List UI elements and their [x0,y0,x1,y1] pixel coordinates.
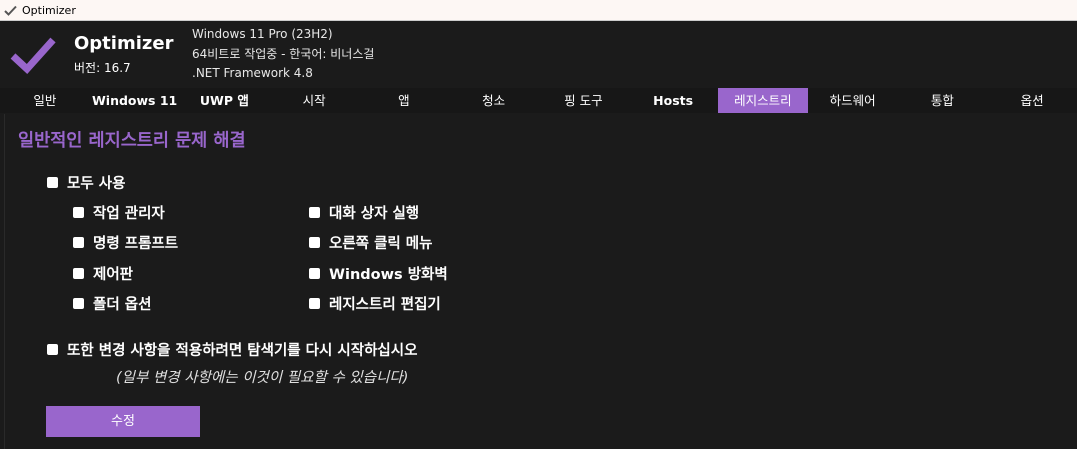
app-header: Optimizer 버전: 16.7 Windows 11 Pro (23H2)… [0,21,1077,87]
window-title: Optimizer [22,3,76,17]
check-icon [3,3,17,17]
tab-general[interactable]: 일반 [0,88,90,113]
version-label: 버전: 16.7 [74,61,131,75]
checkbox-box[interactable] [73,268,84,279]
option-command-prompt[interactable]: 명령 프롬프트 [73,232,178,253]
option-task-manager[interactable]: 작업 관리자 [73,202,165,223]
checkbox-label: 작업 관리자 [93,206,165,222]
checkbox-label: 또한 변경 사항을 적용하려면 탐색기를 다시 시작하십시오 [67,343,418,359]
checkmark-logo [10,35,56,75]
tab-windows-11[interactable]: Windows 11 [90,88,180,113]
option-folder-options[interactable]: 폴더 옵션 [73,293,151,314]
checkbox-label: 레지스트리 편집기 [329,297,441,313]
checkbox-box[interactable] [309,268,320,279]
tab-cleaner[interactable]: 청소 [449,88,539,113]
enable-all-checkbox[interactable]: 모두 사용 [47,172,125,193]
checkbox-box[interactable] [309,207,320,218]
checkbox-label: Windows 방화벽 [329,267,448,283]
tab-hosts[interactable]: Hosts [628,88,718,113]
checkbox-label: 오른쪽 클릭 메뉴 [329,236,433,252]
app-name: Optimizer [74,33,174,54]
window-titlebar: Optimizer [0,0,1077,21]
checkbox-label: 제어판 [93,267,134,283]
checkbox-box[interactable] [47,344,58,355]
checkbox-box[interactable] [73,298,84,309]
os-info: Windows 11 Pro (23H2) [192,27,333,41]
tab-apps[interactable]: 앱 [359,88,449,113]
tab-options[interactable]: 옵션 [987,88,1077,113]
tab-uwp-apps[interactable]: UWP 앱 [180,88,270,113]
option-context-menu[interactable]: 오른쪽 클릭 메뉴 [309,232,432,253]
framework-info: .NET Framework 4.8 [192,66,313,80]
registry-panel: 일반적인 레지스트리 문제 해결 모두 사용 작업 관리자 명령 프롬프트 제어… [4,114,1077,449]
tab-bar: 일반 Windows 11 UWP 앱 시작 앱 청소 핑 도구 Hosts 레… [0,88,1077,113]
restart-note: (일부 변경 사항에는 이것이 필요할 수 있습니다) [116,370,409,386]
checkbox-box[interactable] [309,298,320,309]
tab-pinger[interactable]: 핑 도구 [539,88,629,113]
checkbox-label: 모두 사용 [67,176,126,192]
option-run-dialog[interactable]: 대화 상자 실행 [309,202,419,223]
tab-startup[interactable]: 시작 [269,88,359,113]
checkbox-box[interactable] [309,237,320,248]
checkbox-label: 명령 프롬프트 [93,236,179,252]
option-control-panel[interactable]: 제어판 [73,263,133,284]
option-windows-firewall[interactable]: Windows 방화벽 [309,263,448,284]
checkbox-box[interactable] [47,177,58,188]
restart-explorer-checkbox[interactable]: 또한 변경 사항을 적용하려면 탐색기를 다시 시작하십시오 [47,339,417,360]
checkbox-label: 폴더 옵션 [93,297,152,313]
apply-fix-button[interactable]: 수정 [46,406,200,437]
option-registry-editor[interactable]: 레지스트리 편집기 [309,293,441,314]
section-title: 일반적인 레지스트리 문제 해결 [18,131,246,151]
tab-hardware[interactable]: 하드웨어 [808,88,898,113]
tab-registry[interactable]: 레지스트리 [718,88,808,113]
checkbox-label: 대화 상자 실행 [329,206,420,222]
checkbox-box[interactable] [73,237,84,248]
checkbox-box[interactable] [73,207,84,218]
arch-language-info: 64비트로 작업중 - 한국어: 비너스걸 [192,47,375,61]
tab-integrator[interactable]: 통합 [898,88,988,113]
